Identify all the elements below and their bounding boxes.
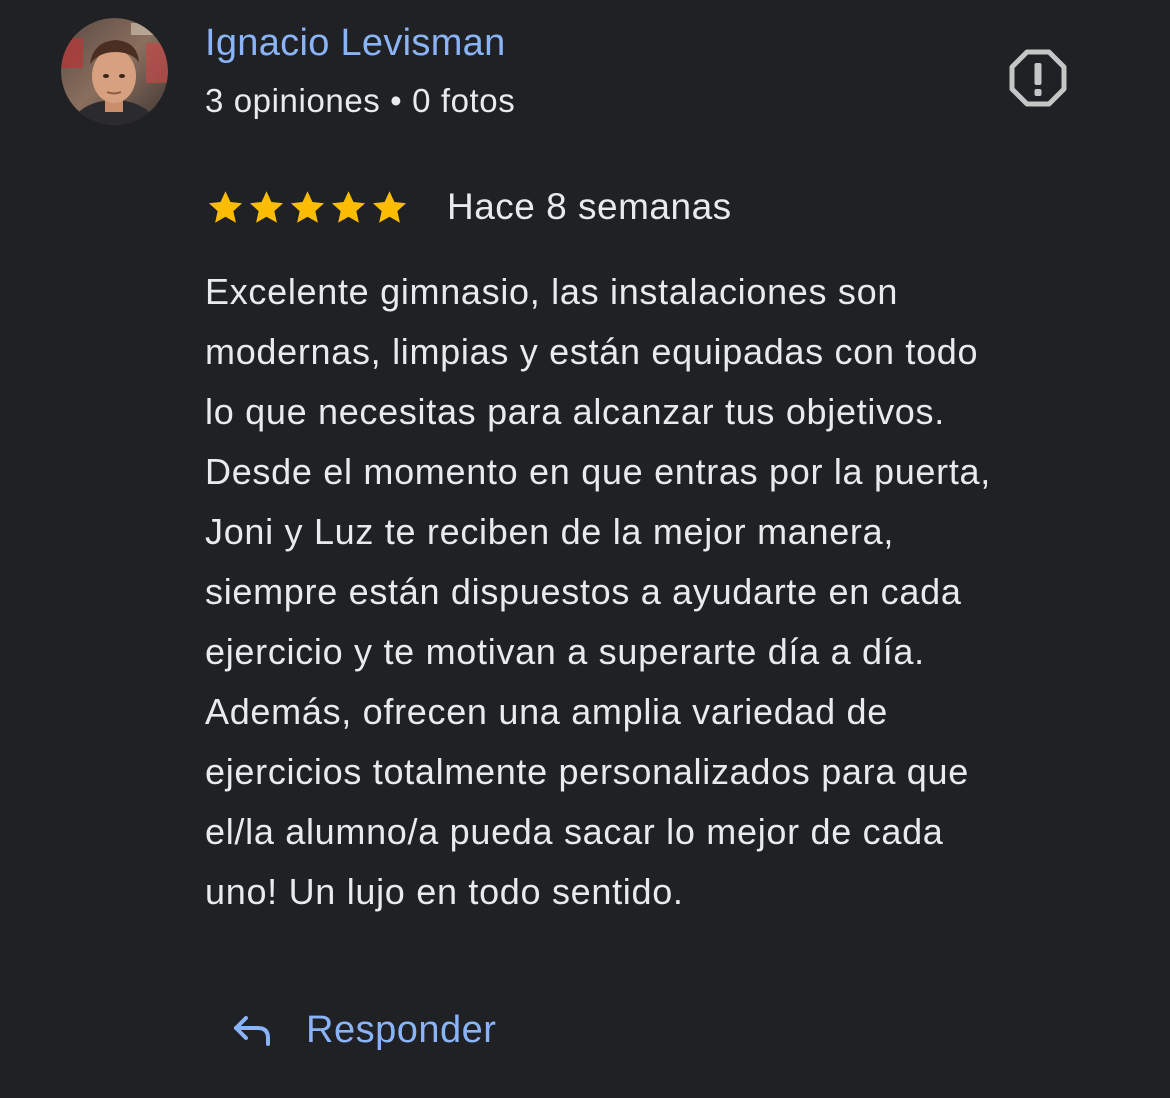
star-rating <box>205 187 410 228</box>
star-icon <box>372 190 407 223</box>
report-review-button[interactable] <box>1006 46 1070 110</box>
avatar-photo <box>61 18 168 125</box>
star-icon <box>290 190 325 223</box>
star-icon <box>208 190 243 223</box>
reply-button[interactable]: Responder <box>228 998 496 1062</box>
rating-row: Hace 8 semanas <box>205 183 732 231</box>
review-text: Excelente gimnasio, las instalaciones so… <box>205 271 991 912</box>
star-icon <box>249 190 284 223</box>
reply-label: Responder <box>306 1008 497 1051</box>
reviewer-name[interactable]: Ignacio Levisman <box>205 22 506 65</box>
avatar[interactable] <box>61 18 168 125</box>
star-icon <box>331 190 366 223</box>
report-flag-icon <box>1009 49 1067 107</box>
reviewer-stats: 3 opiniones • 0 fotos <box>205 82 516 119</box>
review-date: Hace 8 semanas <box>447 186 732 227</box>
reply-arrow-icon <box>234 1016 270 1046</box>
